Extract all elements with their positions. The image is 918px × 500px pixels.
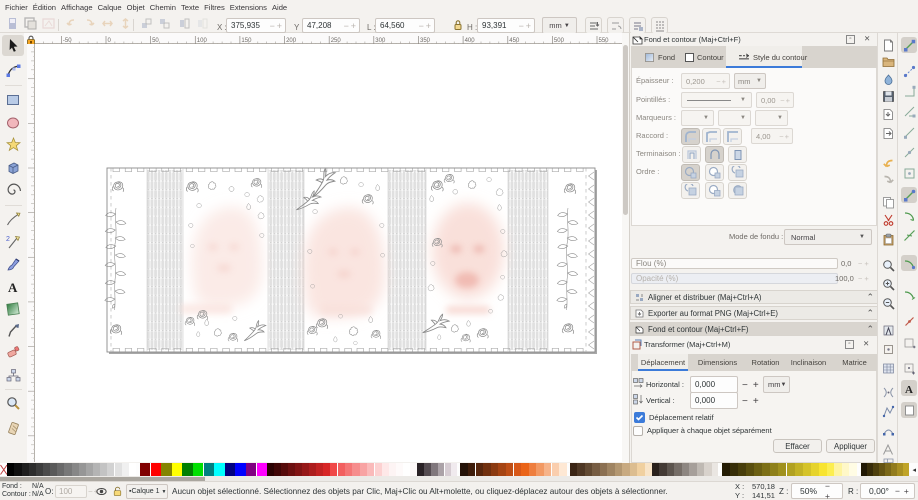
svg-text:A: A xyxy=(8,280,18,294)
svg-text:2: 2 xyxy=(6,236,10,243)
svg-text:A: A xyxy=(905,384,913,395)
